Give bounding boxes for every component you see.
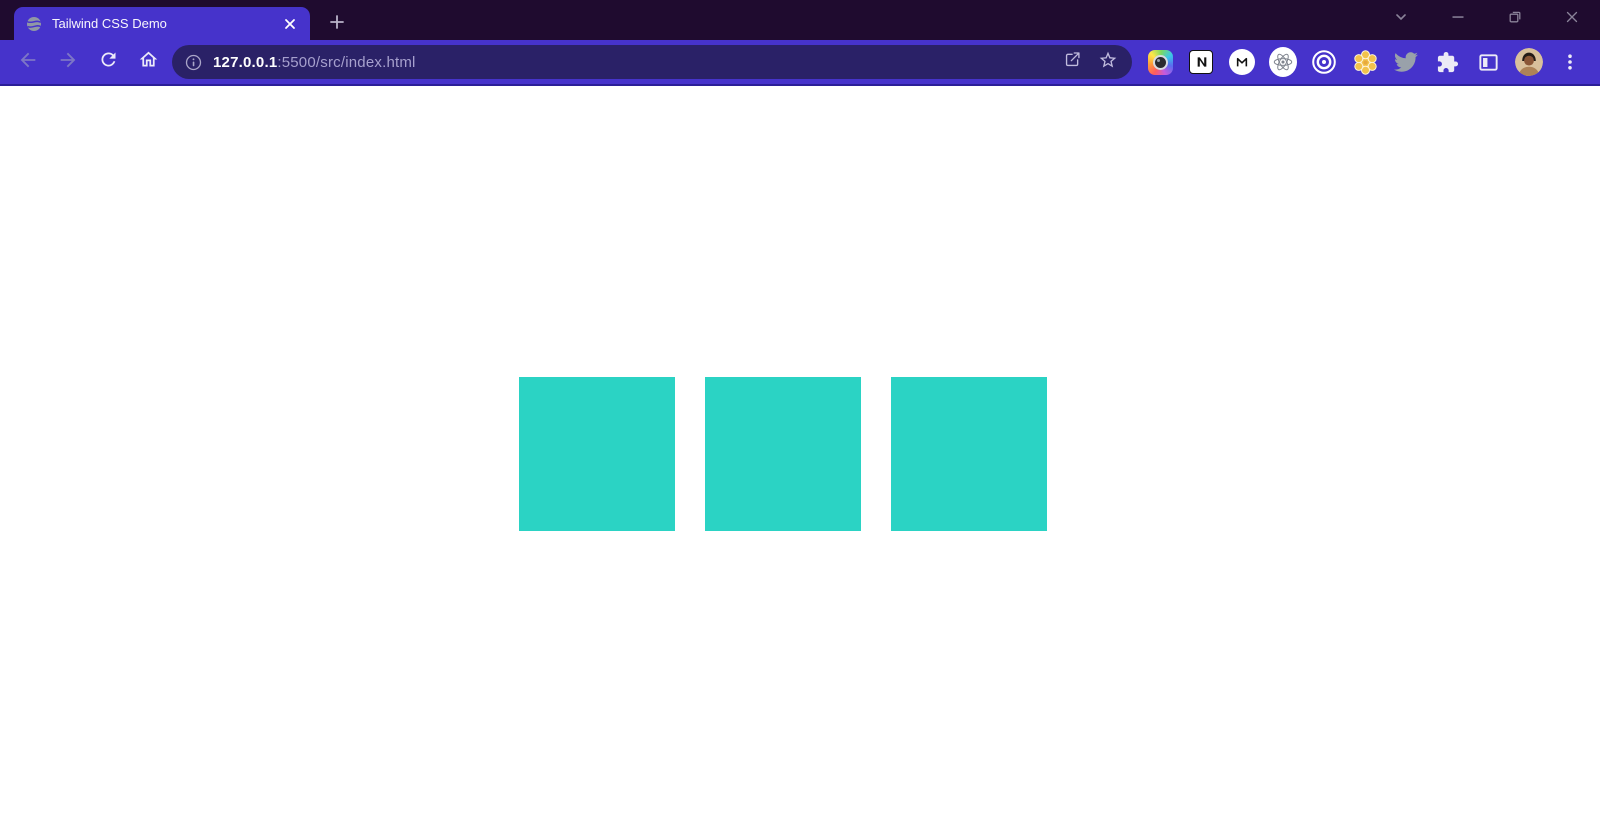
share-icon [1063, 50, 1082, 74]
plus-icon [329, 14, 345, 35]
window-controls [1372, 0, 1600, 38]
back-button[interactable] [8, 44, 48, 80]
url-host: 127.0.0.1 [213, 53, 278, 71]
more-menu-icon[interactable] [1556, 48, 1584, 76]
side-panel-icon[interactable] [1474, 48, 1502, 76]
browser-toolbar: 127.0.0.1:5500/src/index.html [0, 40, 1600, 86]
minimize-button[interactable] [1429, 0, 1486, 38]
teal-square [891, 377, 1047, 531]
browser-window: Tailwind CSS Demo 127.0.0.1:5500/src/ind… [0, 0, 1600, 839]
close-icon [1565, 10, 1579, 29]
new-tab-button[interactable] [322, 9, 352, 39]
close-window-button[interactable] [1543, 0, 1600, 38]
star-icon [1098, 50, 1118, 75]
restore-button[interactable] [1486, 0, 1543, 38]
browser-tab[interactable]: Tailwind CSS Demo [14, 7, 310, 40]
tab-search-button[interactable] [1372, 0, 1429, 38]
minimize-icon [1451, 10, 1465, 29]
teal-square [705, 377, 861, 531]
home-icon [138, 49, 159, 75]
url-path: :5500/src/index.html [277, 53, 416, 71]
honeycomb-flower-extension-icon[interactable] [1351, 48, 1379, 76]
concentric-circles-extension-icon[interactable] [1310, 48, 1338, 76]
address-bar[interactable]: 127.0.0.1:5500/src/index.html [172, 45, 1132, 79]
extensions-puzzle-icon[interactable] [1433, 48, 1461, 76]
share-button[interactable] [1054, 47, 1090, 77]
chevron-down-icon [1394, 10, 1408, 29]
react-devtools-extension-icon[interactable] [1269, 47, 1297, 77]
mail-m-extension-icon[interactable] [1228, 48, 1256, 76]
arrow-left-icon [17, 49, 39, 76]
bookmark-button[interactable] [1090, 47, 1126, 77]
home-button[interactable] [128, 44, 168, 80]
reload-button[interactable] [88, 44, 128, 80]
site-info-icon[interactable] [185, 54, 202, 71]
profile-avatar[interactable] [1515, 48, 1543, 76]
arrow-right-icon [57, 49, 79, 76]
globe-icon [26, 16, 42, 32]
twitter-bird-extension-icon[interactable] [1392, 48, 1420, 76]
reload-icon [98, 49, 119, 75]
teal-square [519, 377, 675, 531]
notion-extension-icon[interactable] [1187, 48, 1215, 76]
squares-row [0, 86, 1583, 531]
restore-icon [1508, 10, 1522, 29]
url-text: 127.0.0.1:5500/src/index.html [213, 54, 1054, 71]
tab-title: Tailwind CSS Demo [52, 16, 167, 31]
forward-button[interactable] [48, 44, 88, 80]
extensions-area [1140, 47, 1592, 77]
page-content [0, 86, 1600, 837]
tab-strip: Tailwind CSS Demo [0, 0, 1600, 40]
tab-close-icon[interactable] [280, 14, 300, 34]
camera-lens-extension-icon[interactable] [1146, 48, 1174, 76]
